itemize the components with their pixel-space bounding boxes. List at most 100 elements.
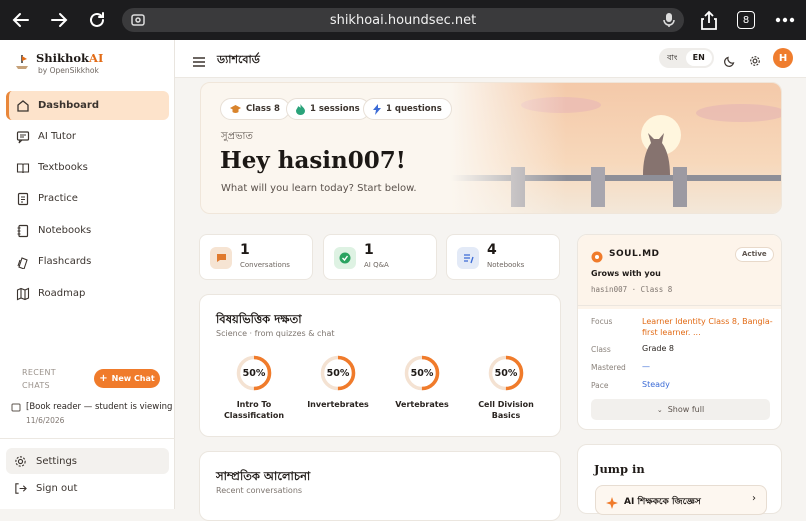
forward-button[interactable] (46, 7, 72, 33)
brand-name: ShikhokAI (36, 51, 104, 65)
lang-bn-option[interactable]: বাং (659, 52, 686, 65)
class-pill: Class 8 (220, 98, 290, 120)
card-title: সাম্প্রতিক আলোচনা (216, 469, 311, 483)
greeting-subtitle: What will you learn today? Start below. (221, 183, 417, 194)
mastered-value: — (642, 362, 650, 371)
logo-icon (16, 55, 28, 69)
avatar[interactable]: H (773, 48, 793, 68)
sidebar-item-notebooks[interactable]: Notebooks (6, 216, 169, 245)
lang-en-option[interactable]: EN (685, 50, 712, 66)
notebook-icon (16, 224, 30, 238)
status-badge: Active (735, 247, 774, 262)
share-icon (701, 10, 717, 30)
soul-icon (591, 248, 603, 267)
pace-value: Steady (642, 380, 670, 389)
divider (578, 305, 781, 306)
greeting-title: Hey hasin007! (220, 147, 406, 174)
class-value: Grade 8 (642, 344, 675, 353)
sidebar-item-textbooks[interactable]: Textbooks (6, 153, 169, 182)
card-subtitle: Science · from quizzes & chat (216, 329, 335, 338)
more-button[interactable] (772, 7, 798, 33)
mastery-percent: 50% (494, 367, 518, 379)
sidebar-item-ai-tutor[interactable]: AI Tutor (6, 122, 169, 151)
stat-ai-qa[interactable]: 1 AI Q&A (323, 234, 437, 280)
page-title: ড্যাশবোর্ড (217, 53, 260, 66)
sidebar-item-practice[interactable]: Practice (6, 184, 169, 213)
arrow-left-icon (12, 13, 29, 27)
ask-ai-tutor-button[interactable]: AI শিক্ষককে জিজ্ঞেস › (595, 485, 767, 515)
lightning-icon (373, 103, 381, 115)
home-icon (16, 99, 30, 113)
reload-button[interactable] (84, 7, 110, 33)
practice-icon (16, 192, 30, 206)
show-full-button[interactable]: ⌄ Show full (591, 399, 770, 420)
address-bar[interactable]: shikhoai.houndsec.net (122, 8, 684, 32)
sidebar-item-label: AI Tutor (38, 131, 77, 142)
sidebar-item-dashboard[interactable]: Dashboard (6, 91, 169, 120)
recent-conversations-card: সাম্প্রতিক আলোচনা Recent conversations (199, 451, 561, 521)
soul-handle: hasin007 · Class 8 (591, 285, 673, 294)
message-icon (210, 247, 232, 269)
sunset-cat-illustration (451, 83, 781, 213)
new-chat-button[interactable]: + New Chat (94, 369, 160, 388)
mastery-ring: 50% (236, 355, 272, 391)
pace-key: Pace (591, 381, 609, 390)
stat-conversations[interactable]: 1 Conversations (199, 234, 313, 280)
sidebar: ShikhokAI by OpenSikkhok Dashboard AI Tu… (0, 40, 175, 509)
sidebar-item-label: Notebooks (38, 225, 92, 236)
book-icon (16, 161, 30, 175)
card-title: Jump in (594, 462, 645, 476)
gear-icon[interactable] (749, 52, 761, 71)
notes-icon (457, 247, 479, 269)
plus-icon: + (99, 373, 108, 384)
focus-key: Focus (591, 317, 613, 326)
chat-date: 11/6/2026 (26, 416, 65, 425)
moon-icon[interactable] (724, 52, 736, 71)
sidebar-item-label: Roadmap (38, 288, 86, 299)
mastery-ring: 50% (488, 355, 524, 391)
sidebar-item-flashcards[interactable]: Flashcards (6, 247, 169, 276)
sign-out-link[interactable]: Sign out (6, 475, 169, 501)
back-button[interactable] (8, 7, 34, 33)
microphone-icon[interactable] (662, 12, 676, 32)
arrow-right-icon: › (752, 493, 756, 504)
salutation: সুপ্রভাত (221, 131, 253, 142)
main-content: ড্যাশবোর্ড বাং EN H Class 8 1 sessions 1… (175, 40, 806, 521)
mastery-topic-label: Vertebrates (395, 400, 449, 409)
flashcard-icon (16, 255, 30, 269)
mastery-percent: 50% (410, 367, 434, 379)
browser-toolbar: shikhoai.houndsec.net 8 (0, 0, 806, 40)
settings-link[interactable]: Settings (6, 448, 169, 474)
sign-out-icon (14, 482, 28, 495)
flame-icon (296, 103, 305, 115)
url-text: shikhoai.houndsec.net (329, 12, 477, 28)
mastery-ring: 50% (320, 355, 356, 391)
sidebar-item-label: Dashboard (38, 100, 99, 111)
tab-count-button[interactable]: 8 (737, 11, 755, 29)
sidebar-item-roadmap[interactable]: Roadmap (6, 279, 169, 308)
chat-title: [Book reader — student is viewing (26, 402, 173, 412)
menu-icon[interactable] (193, 52, 205, 71)
questions-pill: 1 questions (363, 98, 452, 120)
sidebar-item-label: Textbooks (38, 162, 88, 173)
card-title: বিষয়ভিত্তিক দক্ষতা (216, 312, 302, 326)
chat-icon (16, 130, 30, 144)
gear-icon (14, 455, 28, 468)
mastered-key: Mastered (591, 363, 626, 372)
language-toggle[interactable]: বাং EN (659, 48, 714, 68)
soul-tagline: Grows with you (591, 269, 661, 278)
recent-chats-heading: RECENT CHATS (22, 368, 56, 390)
mastery-topic-label: Intro To Classification (223, 400, 285, 420)
top-bar: ড্যাশবোর্ড বাং EN H (175, 40, 806, 78)
stat-notebooks[interactable]: 4 Notebooks (446, 234, 560, 280)
class-key: Class (591, 345, 611, 354)
focus-value: Learner Identity Class 8, Bangla-first l… (642, 317, 773, 337)
jump-in-card: Jump in AI শিক্ষককে জিজ্ঞেস › (577, 444, 782, 515)
share-button[interactable] (696, 7, 722, 33)
sparkle-icon (606, 494, 618, 513)
mastery-percent: 50% (242, 367, 266, 379)
site-settings-icon[interactable] (130, 12, 146, 32)
sidebar-item-label: Flashcards (38, 256, 92, 267)
reload-icon (90, 12, 104, 27)
check-circle-icon (334, 247, 356, 269)
